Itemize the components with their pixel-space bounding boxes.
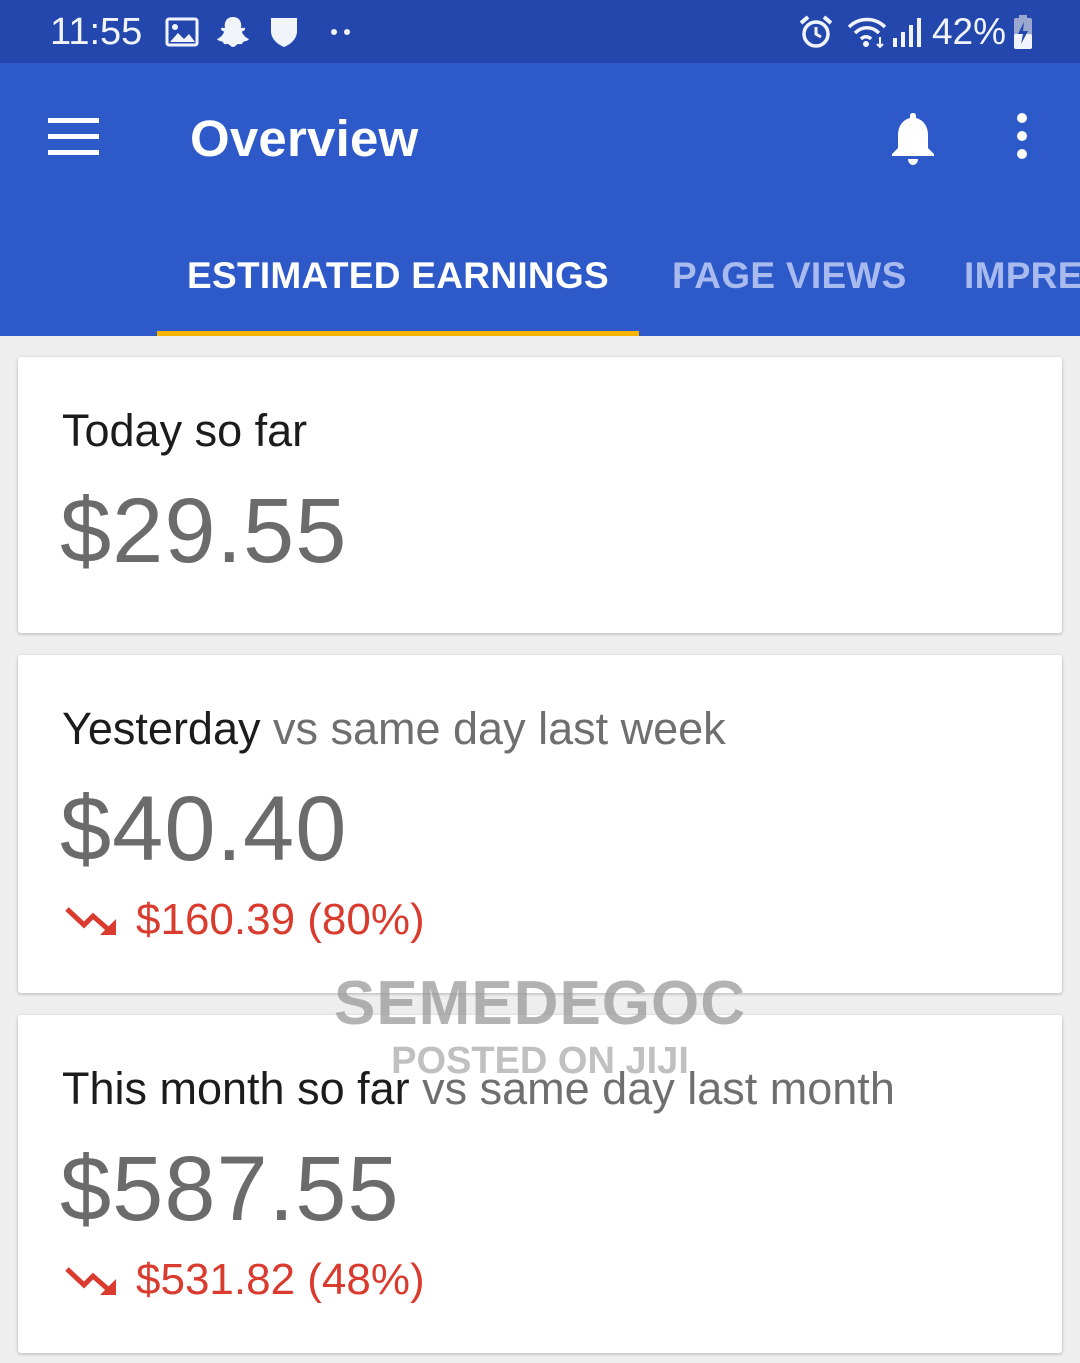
image-icon xyxy=(165,17,199,47)
yesterday-change: $160.39 (80%) xyxy=(64,895,425,945)
shield-icon xyxy=(271,18,297,47)
yesterday-card[interactable]: Yesterday vs same day last week $40.40 $… xyxy=(18,655,1062,993)
month-change-text: $531.82 (48%) xyxy=(136,1255,425,1304)
month-change: $531.82 (48%) xyxy=(64,1255,425,1305)
trending-down-icon xyxy=(65,907,116,935)
today-card[interactable]: Today so far $29.55 xyxy=(18,357,1062,633)
yesterday-title: Yesterday vs same day last week xyxy=(62,703,726,755)
today-title: Today so far xyxy=(62,405,308,456)
month-value: $587.55 xyxy=(60,1138,400,1240)
yesterday-value: $40.40 xyxy=(60,778,348,880)
battery-percent: 42% xyxy=(931,11,1006,52)
bell-icon[interactable] xyxy=(888,110,938,166)
tab-page-views[interactable]: PAGE VIEWS xyxy=(672,231,907,336)
battery-charging-icon xyxy=(1014,15,1032,49)
trending-down-icon xyxy=(65,1267,116,1295)
status-bar: 11:55 42% xyxy=(0,0,1080,63)
alarm-icon xyxy=(799,15,833,48)
signal-icon xyxy=(892,18,921,47)
wifi-icon xyxy=(847,17,887,49)
tab-estimated-earnings[interactable]: ESTIMATED EARNINGS xyxy=(157,231,639,336)
page-title: Overview xyxy=(190,110,419,167)
status-time: 11:55 xyxy=(50,11,143,53)
yesterday-change-text: $160.39 (80%) xyxy=(136,895,425,944)
watermark-sub: POSTED ON JIJI xyxy=(391,1040,689,1082)
more-vert-icon[interactable] xyxy=(1008,111,1036,161)
more-notifications-icon xyxy=(331,29,350,35)
tab-impressions[interactable]: IMPRE xyxy=(964,231,1080,336)
snapchat-icon xyxy=(217,17,249,47)
status-right: 42% xyxy=(798,10,1034,54)
app-bar: Overview ESTIMATED EARNINGS PAGE VIEWS I… xyxy=(0,63,1080,336)
watermark-main: SEMEDEGOC xyxy=(333,969,747,1038)
today-value: $29.55 xyxy=(60,480,348,582)
status-left-icons xyxy=(165,14,355,50)
tab-bar: ESTIMATED EARNINGS PAGE VIEWS IMPRE xyxy=(0,231,1080,336)
yesterday-comparison: vs same day last week xyxy=(260,703,726,754)
yesterday-label: Yesterday xyxy=(62,703,261,754)
hamburger-menu-icon[interactable] xyxy=(48,118,99,156)
